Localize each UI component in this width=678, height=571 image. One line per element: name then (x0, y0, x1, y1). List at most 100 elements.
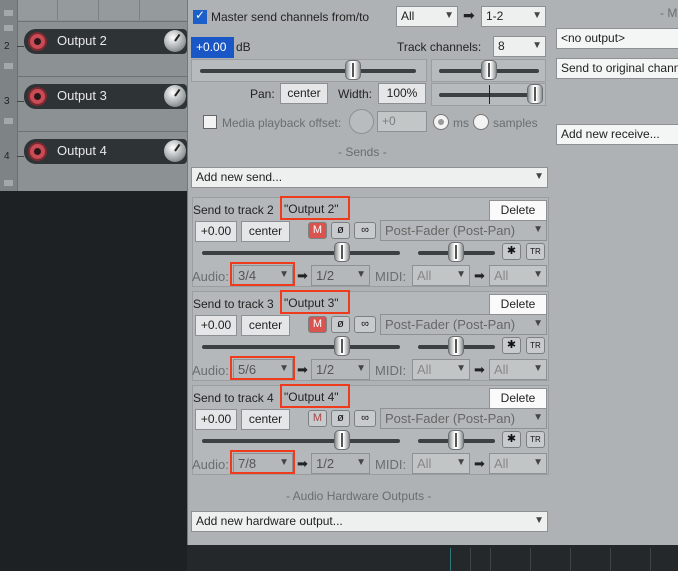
volume-knob-icon[interactable] (164, 30, 186, 52)
send-pan[interactable]: center (241, 221, 290, 242)
send-mode-select[interactable]: Post-Fader (Post-Pan) ▼ (380, 314, 547, 335)
track-header[interactable]: Output 2 (24, 29, 187, 54)
add-receive-select[interactable]: Add new receive... (556, 124, 678, 145)
send-mode-select[interactable]: Post-Fader (Post-Pan) ▼ (380, 408, 547, 429)
add-hw-output-select[interactable]: Add new hardware output... ▼ (191, 511, 548, 532)
samples-radio[interactable] (473, 114, 489, 130)
midi-dst-select[interactable]: All ▼ (489, 359, 547, 380)
send-volume-slider-track[interactable] (202, 345, 400, 349)
folder-icon[interactable] (4, 10, 13, 16)
volume-slider-thumb[interactable] (345, 60, 361, 80)
folder-icon[interactable] (4, 63, 13, 69)
midi-route-icon[interactable]: TR (526, 243, 545, 260)
track-name[interactable]: Output 4 (57, 143, 107, 158)
hw-outputs-header: - Audio Hardware Outputs - (286, 489, 432, 503)
delete-button[interactable]: Delete (489, 388, 547, 409)
mono-stereo-icon[interactable]: ∞ (354, 316, 376, 333)
pan-value[interactable]: center (280, 83, 328, 104)
send-volume-slider-track[interactable] (202, 251, 400, 255)
send-mode-select[interactable]: Post-Fader (Post-Pan) ▼ (380, 220, 547, 241)
midi-route-icon[interactable]: TR (526, 337, 545, 354)
ms-radio[interactable] (433, 114, 449, 130)
samples-label: samples (493, 116, 538, 130)
record-arm-icon[interactable] (28, 142, 47, 161)
send-volume[interactable]: +0.00 (195, 315, 237, 336)
midi-src-select[interactable]: All ▼ (412, 359, 470, 380)
volume-knob-icon[interactable] (164, 140, 186, 162)
audio-dst-select[interactable]: 1/2 ▼ (311, 265, 370, 286)
record-arm-icon[interactable] (28, 32, 47, 51)
send-volume[interactable]: +0.00 (195, 409, 237, 430)
send-volume-slider-thumb[interactable] (334, 430, 350, 450)
send-pan-slider-thumb[interactable] (448, 336, 464, 356)
add-send-select[interactable]: Add new send... ▼ (191, 167, 548, 188)
send-pan[interactable]: center (241, 409, 290, 430)
send-volume[interactable]: +0.00 (195, 221, 237, 242)
mono-stereo-icon[interactable]: ∞ (354, 410, 376, 427)
track-name[interactable]: Output 3 (57, 88, 107, 103)
record-arm-icon[interactable] (28, 87, 47, 106)
pan-slider-thumb[interactable] (481, 60, 497, 80)
audio-label: Audio: (192, 457, 229, 472)
track-header[interactable]: Output 4 (24, 139, 187, 164)
midi-dst-select[interactable]: All ▼ (489, 265, 547, 286)
track-channels-select[interactable]: 8 ▼ (493, 36, 546, 57)
delete-button[interactable]: Delete (489, 200, 547, 221)
audio-label: Audio: (192, 363, 229, 378)
track-header[interactable]: Output 3 (24, 84, 187, 109)
track-row[interactable]: 3 Output 3 (0, 76, 188, 132)
offset-input[interactable]: +0 (377, 111, 427, 132)
send-volume-slider-track[interactable] (202, 439, 400, 443)
master-from-select[interactable]: All ▼ (396, 6, 458, 27)
media-offset-checkbox[interactable] (203, 115, 217, 129)
folder-icon[interactable] (4, 25, 13, 31)
midi-src-select[interactable]: All ▼ (412, 453, 470, 474)
right-arrow-icon: ➡ (474, 456, 485, 471)
volume-knob-icon[interactable] (164, 85, 186, 107)
track-name[interactable]: Output 2 (57, 33, 107, 48)
master-send-checkbox[interactable] (193, 8, 207, 24)
envelope-icon[interactable]: ✱ (502, 337, 521, 354)
phase-invert-icon[interactable]: ø (331, 316, 350, 333)
midi-dst-select[interactable]: All ▼ (489, 453, 547, 474)
send-volume-slider-thumb[interactable] (334, 336, 350, 356)
phase-invert-icon[interactable]: ø (331, 222, 350, 239)
mute-icon[interactable]: M (308, 222, 327, 239)
midi-dst-value: All (494, 268, 509, 283)
mute-icon[interactable]: M (308, 410, 327, 427)
send-pan-slider-thumb[interactable] (448, 242, 464, 262)
timeline-marker (450, 548, 451, 571)
audio-dst-select[interactable]: 1/2 ▼ (311, 359, 370, 380)
volume-slider-track[interactable] (200, 69, 416, 73)
hw-input-select[interactable]: <no output> (556, 28, 678, 49)
mono-stereo-icon[interactable]: ∞ (354, 222, 376, 239)
folder-icon[interactable] (4, 118, 13, 124)
delete-button[interactable]: Delete (489, 294, 547, 315)
track-row[interactable]: 4 Output 4 (0, 131, 188, 191)
highlight-box (230, 356, 295, 380)
midi-route-icon[interactable]: TR (526, 431, 545, 448)
width-label: Width: (338, 87, 373, 101)
send-pan[interactable]: center (241, 315, 290, 336)
midi-src-value: All (417, 456, 432, 471)
send-original-channels[interactable]: Send to original channels (556, 58, 678, 79)
send-volume-slider-thumb[interactable] (334, 242, 350, 262)
chevron-down-icon: ▼ (356, 363, 366, 374)
width-slider-thumb[interactable] (527, 84, 543, 104)
folder-icon[interactable] (4, 180, 13, 186)
right-arrow-icon: ➡ (474, 362, 485, 377)
envelope-icon[interactable]: ✱ (502, 431, 521, 448)
highlight-box (230, 262, 295, 286)
send-pan-slider-thumb[interactable] (448, 430, 464, 450)
mute-icon[interactable]: M (308, 316, 327, 333)
audio-dst-select[interactable]: 1/2 ▼ (311, 453, 370, 474)
width-value[interactable]: 100% (378, 83, 426, 104)
track-row[interactable]: 2 Output 2 (0, 21, 188, 77)
midi-src-select[interactable]: All ▼ (412, 265, 470, 286)
offset-knob-icon[interactable] (349, 109, 374, 134)
phase-invert-icon[interactable]: ø (331, 410, 350, 427)
chevron-down-icon: ▼ (444, 10, 454, 21)
envelope-icon[interactable]: ✱ (502, 243, 521, 260)
master-to-select[interactable]: 1-2 ▼ (481, 6, 546, 27)
volume-input[interactable]: +0.00 (191, 37, 234, 58)
